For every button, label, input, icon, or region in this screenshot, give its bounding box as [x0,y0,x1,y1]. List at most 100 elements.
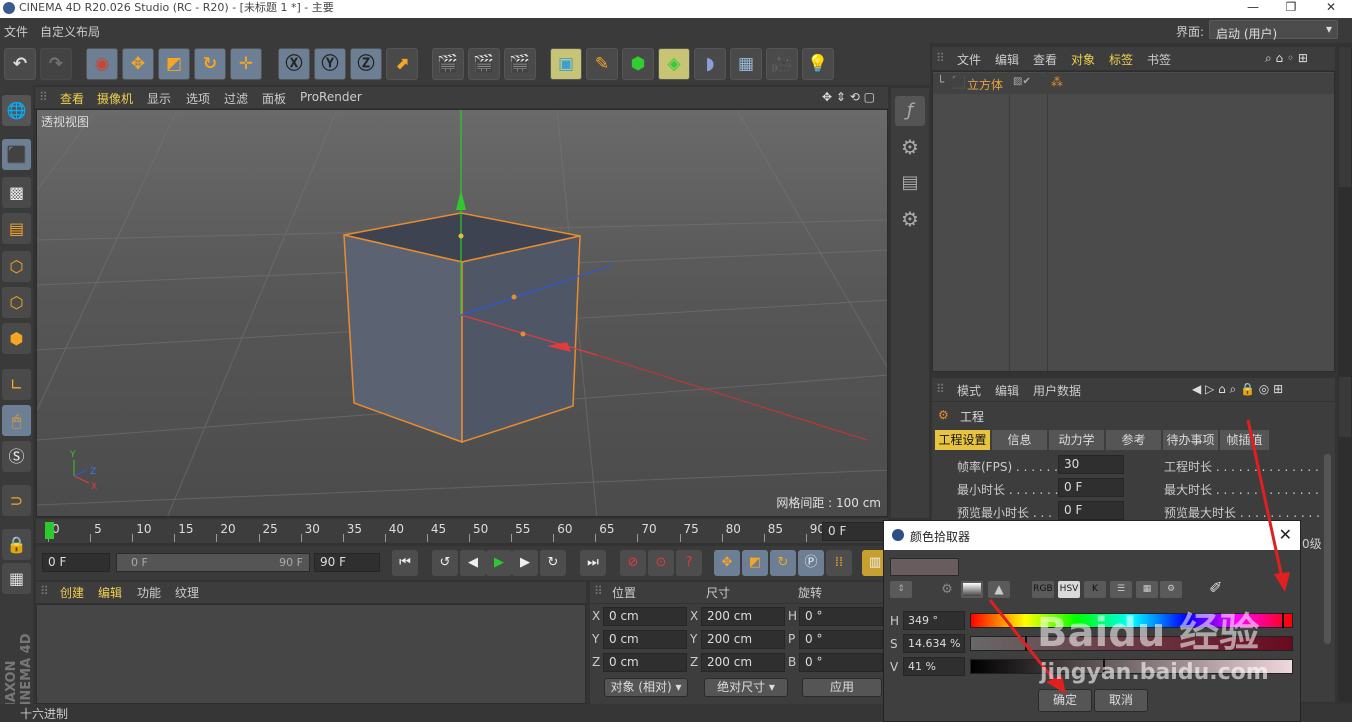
range-slider[interactable]: 0 F 90 F [116,553,310,572]
attr-nav-icons[interactable]: ◀ ▷ ⌂ ⌕ 🔒 ◎ ⊞ [1192,382,1283,397]
play-button[interactable]: ▶ [486,550,512,576]
workplane-button[interactable]: ▤ [2,213,31,244]
end-frame-field[interactable]: 90 F [314,553,380,572]
min-time-input[interactable]: 0 F [1058,478,1124,497]
mat-menu-texture[interactable]: 纹理 [175,584,199,601]
key-pla-button[interactable]: ⁞⁞ [826,550,852,576]
polygons-mode-button[interactable]: ⬢ [2,323,31,354]
viewport-menu-panel[interactable]: 面板 [262,90,286,107]
attr-menu-edit[interactable]: 编辑 [995,382,1019,399]
gear-icon[interactable]: ⚙ [895,132,925,162]
coord-rotation-input[interactable]: 0 ° [799,653,883,672]
coord-system-button[interactable]: ⬈ [386,48,418,80]
viewport-nav-icons[interactable]: ✥ ⇕ ⟲ ▢ [822,90,875,104]
swatch-toggle-button[interactable]: ⇕ [890,581,912,598]
tab-info[interactable]: 信息 [992,430,1047,450]
coord-position-input[interactable]: 0 cm [603,607,687,626]
rotate-button[interactable]: ↻ [194,48,226,80]
last-tool-button[interactable]: ✛ [230,48,262,80]
mixer-button[interactable]: ☰ [1110,581,1132,598]
cancel-button[interactable]: 取消 [1094,689,1148,712]
lock-workplane-button[interactable]: 🔒 [2,529,31,560]
v-input[interactable]: 41 % [903,657,965,676]
minimize-button[interactable]: — [1234,0,1272,16]
tab-reference[interactable]: 参考 [1106,430,1161,450]
coord-mode-select[interactable]: 对象 (相对) ▾ [604,678,688,697]
material-manager[interactable] [36,604,586,704]
coord-rotation-input[interactable]: 0 ° [799,630,883,649]
live-select-button[interactable]: ◉ [86,48,118,80]
preview-min-input[interactable]: 0 F [1058,501,1124,520]
scale-button[interactable]: ◩ [158,48,190,80]
cloner-button[interactable]: ◈ [658,48,690,80]
magnet-button[interactable]: ⊃ [2,485,31,516]
attr-menu-mode[interactable]: 模式 [957,382,981,399]
mat-menu-function[interactable]: 功能 [137,584,161,601]
saturation-marker[interactable] [1025,636,1027,651]
y-axis-button[interactable]: Ⓨ [314,48,346,80]
start-frame-field[interactable]: 0 F [42,553,110,572]
layout-select[interactable]: 启动 (用户) ▾ [1209,20,1338,41]
tab-dynamics[interactable]: 动力学 [1049,430,1104,450]
script-icon[interactable]: ▤ [895,168,925,198]
gear-outline-icon[interactable]: ⚙ [895,204,925,234]
objmgr-menu-tag[interactable]: 标签 [1109,51,1133,68]
attr-menu-userdata[interactable]: 用户数据 [1033,382,1081,399]
image-button[interactable]: ▲ [988,581,1010,598]
swatches-button[interactable]: ▦ [1136,581,1158,598]
object-name[interactable]: 立方体 [967,76,1003,93]
make-editable-button[interactable]: 🌐 [2,95,31,126]
hue-slider[interactable] [970,613,1293,628]
viewport-menu-display[interactable]: 显示 [147,90,171,107]
coord-position-input[interactable]: 0 cm [603,653,687,672]
z-axis-button[interactable]: Ⓩ [350,48,382,80]
mat-menu-edit[interactable]: 编辑 [98,584,122,601]
coord-size-input[interactable]: 200 cm [701,653,785,672]
cube-button[interactable]: ▣ [550,48,582,80]
edge-tab-attributes[interactable] [1339,377,1351,437]
tweak-mode-button[interactable]: 🖱 [2,405,31,436]
rgb-button[interactable]: RGB [1032,581,1054,598]
axis-mode-button[interactable]: ∟ [2,369,31,400]
edges-mode-button[interactable]: ⬡ [2,287,31,318]
kelvin-button[interactable]: K [1084,581,1106,598]
record-button[interactable]: ⊘ [620,550,646,576]
apply-button[interactable]: 应用 [802,678,882,697]
close-window-button[interactable]: ✕ [1312,0,1350,16]
autokey-button[interactable]: ⊙ [648,550,674,576]
objmgr-menu-file[interactable]: 文件 [957,51,981,68]
size-mode-select[interactable]: 绝对尺寸 ▾ [704,678,788,697]
points-mode-button[interactable]: ⬡ [2,251,31,282]
objmgr-menu-object[interactable]: 对象 [1071,51,1095,68]
spectrum-button[interactable] [961,581,983,598]
tab-todo[interactable]: 待办事项 [1163,430,1218,450]
tab-project-settings[interactable]: 工程设置 [935,430,990,450]
saturation-slider[interactable] [970,636,1293,651]
viewport-menu-filter[interactable]: 过滤 [224,90,248,107]
current-frame-field[interactable]: 0 F [822,522,886,541]
move-button[interactable]: ✥ [122,48,154,80]
visibility-icon[interactable]: ▨✔ [1013,76,1031,87]
go-to-start-button[interactable]: ⏮ [392,550,418,576]
objmgr-menu-bookmark[interactable]: 书签 [1147,51,1171,68]
render-view-button[interactable]: 🎬 [432,48,464,80]
key-position-button[interactable]: ✥ [714,550,740,576]
objmgr-nav-icons[interactable]: ⌕ ⌂ ◦ ⊞ [1265,51,1308,66]
redo-button[interactable]: ↷ [40,48,72,80]
pen-button[interactable]: ✎ [586,48,618,80]
menu-file[interactable]: 文件 [4,23,28,40]
mat-menu-create[interactable]: 创建 [60,584,84,601]
coord-rotation-input[interactable]: 0 ° [799,607,883,626]
objmgr-menu-edit[interactable]: 编辑 [995,51,1019,68]
go-to-end-button[interactable]: ⏭ [580,550,606,576]
viewport-menu-prorender[interactable]: ProRender [300,90,362,104]
close-icon[interactable]: ✕ [1279,525,1292,544]
fps-input[interactable]: 30 [1058,455,1124,474]
render-picture-viewer-button[interactable]: 🎬 [468,48,500,80]
objmgr-menu-view[interactable]: 查看 [1033,51,1057,68]
coord-position-input[interactable]: 0 cm [603,630,687,649]
menu-custom-layout[interactable]: 自定义布局 [40,23,100,40]
tag-icon[interactable]: ⁂ [1051,75,1063,89]
settings-button[interactable]: ⚙ [1160,581,1182,598]
object-row-cube[interactable]: └ ⬛ 立方体 ▨✔ ⁂ [933,73,1334,94]
